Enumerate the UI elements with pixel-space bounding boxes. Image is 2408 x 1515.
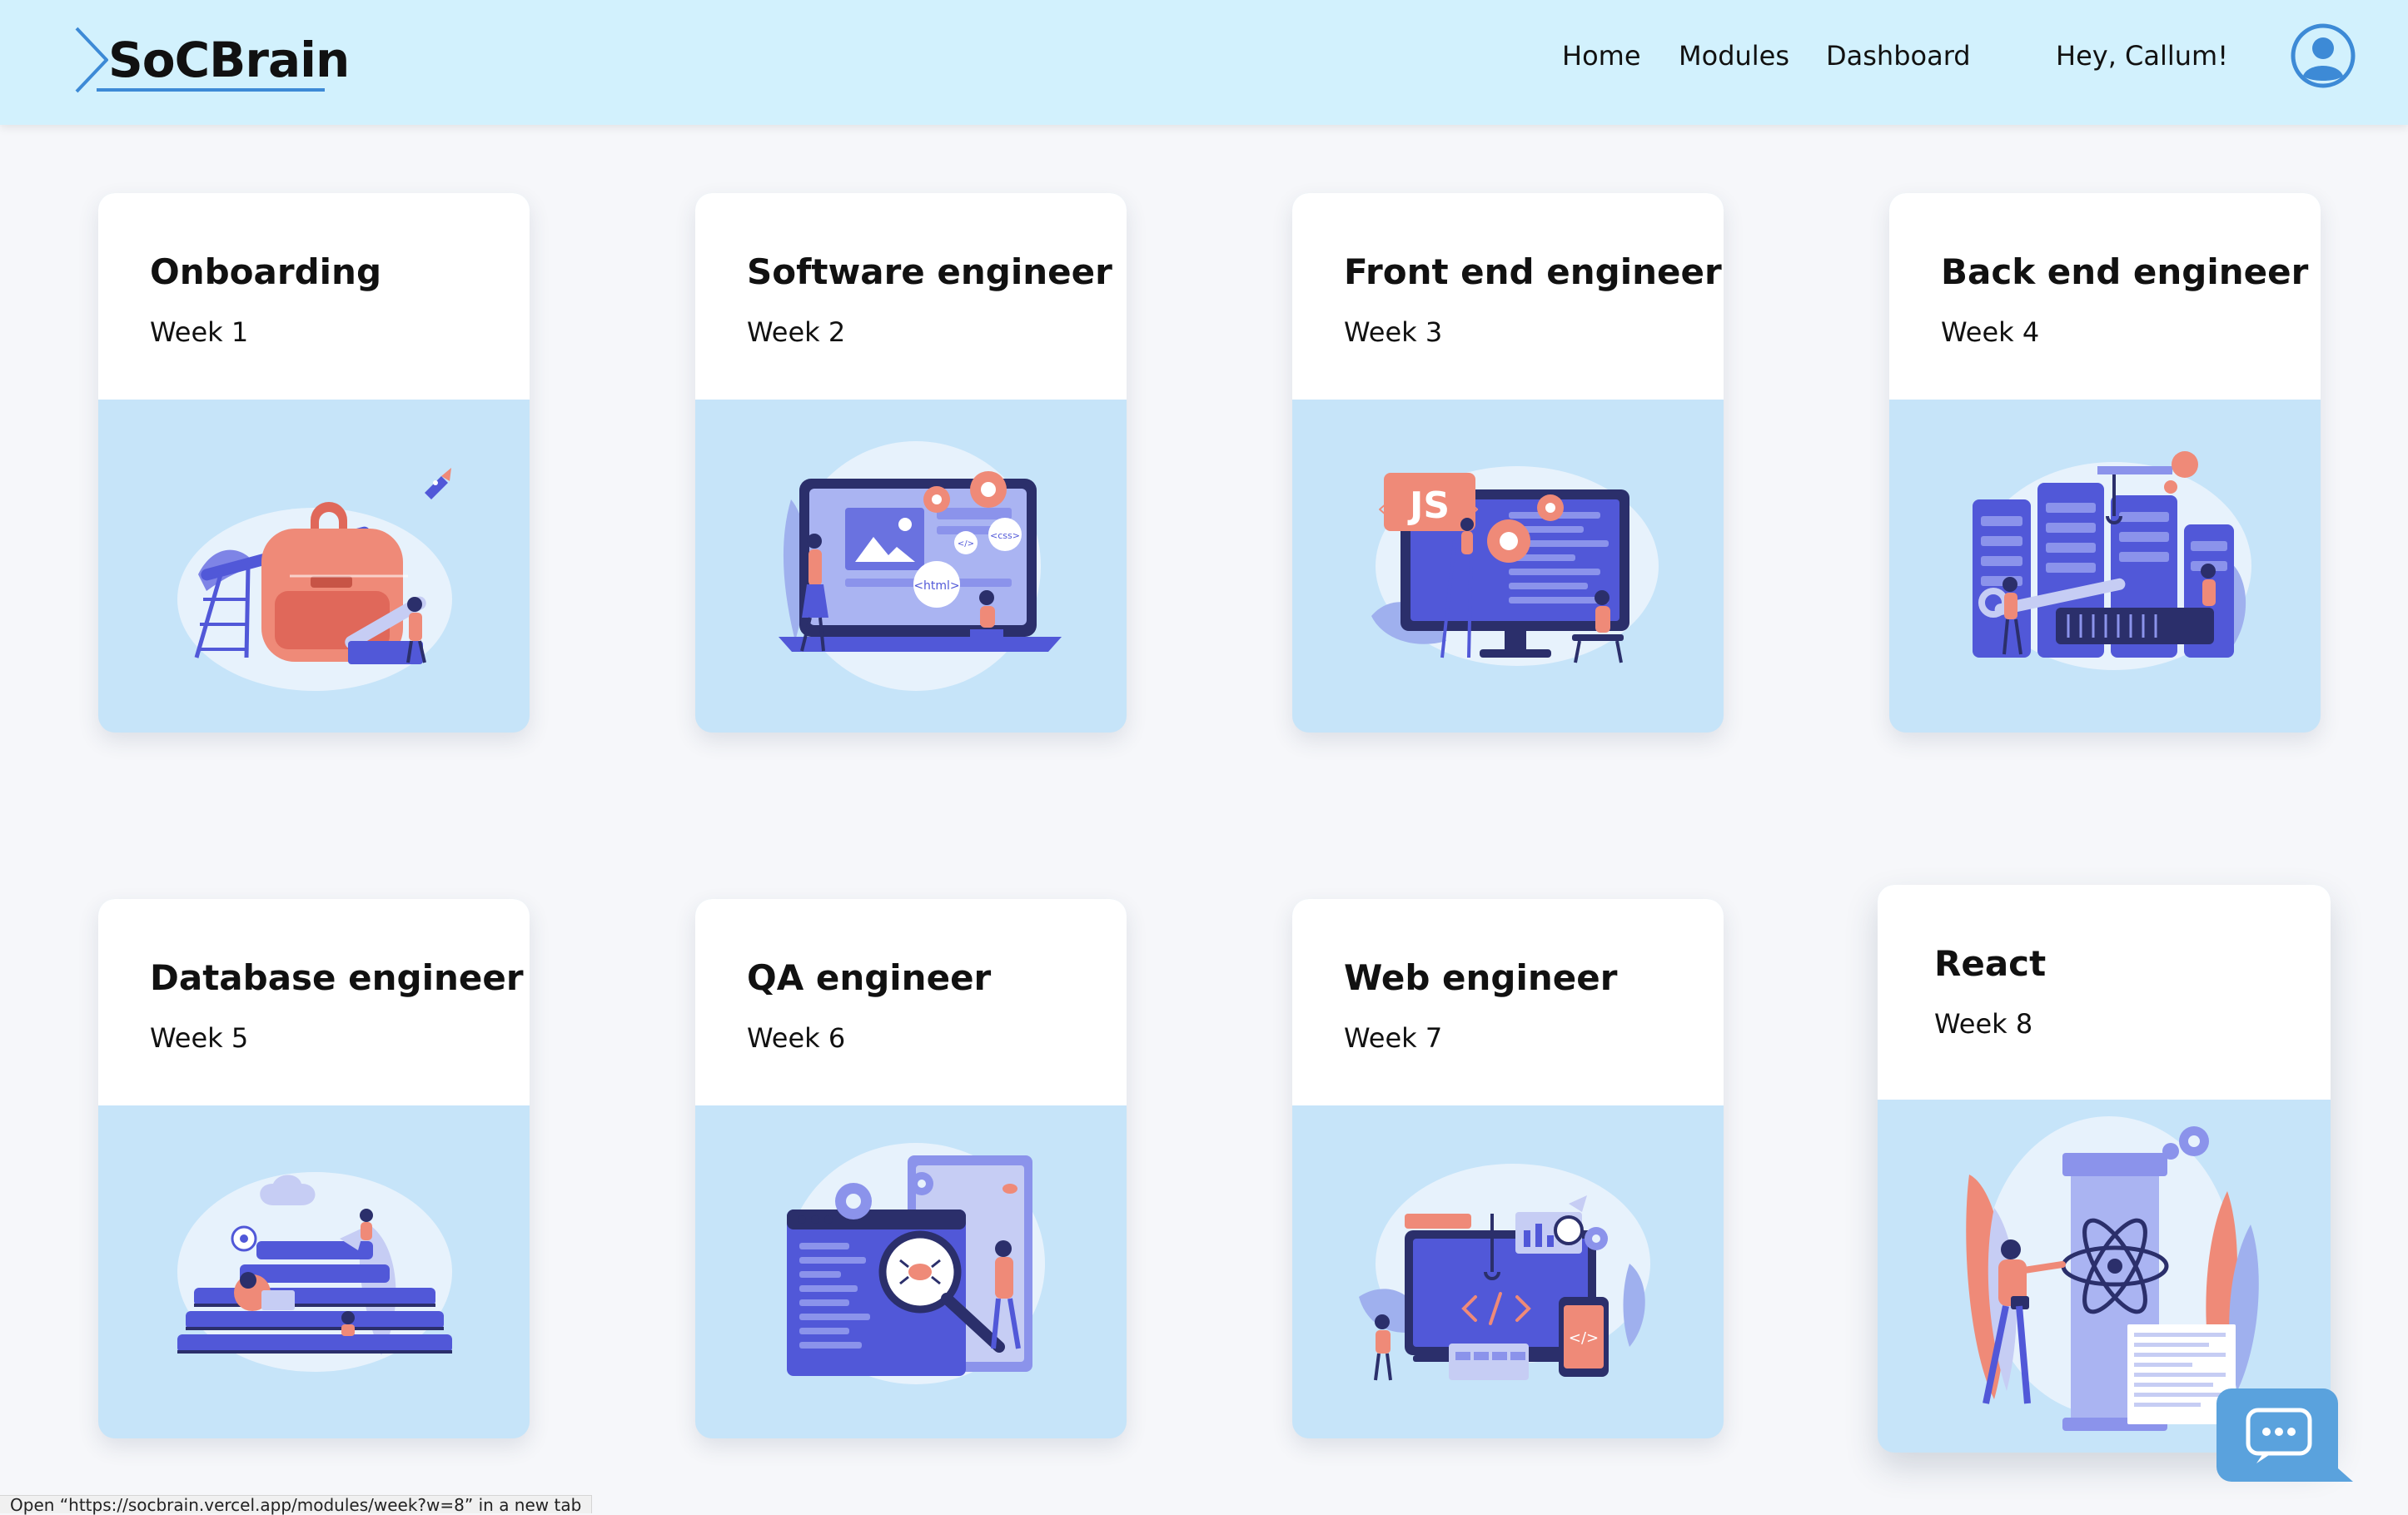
laptop-html-css-illustration: <html> </> <css> — [779, 441, 1062, 691]
module-card-week-8[interactable]: React Week 8 — [1878, 885, 2331, 1453]
svg-text:›: › — [1470, 494, 1480, 522]
brand-name: SoCBrain — [108, 32, 350, 88]
svg-text:‹: ‹ — [1377, 494, 1386, 522]
nav-dashboard-link[interactable]: Dashboard — [1826, 40, 1971, 72]
card-week: Week 7 — [1344, 1022, 1443, 1054]
module-card-week-3[interactable]: Front end engineer Week 3 JS ‹ › — [1292, 193, 1724, 733]
card-week: Week 5 — [150, 1022, 249, 1054]
module-card-week-6[interactable]: QA engineer Week 6 — [695, 899, 1127, 1438]
card-title: Back end engineer — [1941, 251, 2309, 292]
browser-status-bar: Open “https://socbrain.vercel.app/module… — [0, 1495, 593, 1514]
card-header: Front end engineer Week 3 — [1292, 193, 1724, 400]
card-week: Week 2 — [747, 316, 846, 348]
js-monitor-illustration: JS ‹ › — [1371, 466, 1659, 666]
card-week: Week 4 — [1941, 316, 2040, 348]
card-week: Week 6 — [747, 1022, 846, 1054]
svg-text:</>: </> — [1569, 1329, 1599, 1347]
card-title: Web engineer — [1344, 957, 1618, 998]
svg-text:<html>: <html> — [913, 579, 959, 593]
card-header: Back end engineer Week 4 — [1889, 193, 2321, 400]
card-header: Software engineer Week 2 — [695, 193, 1127, 400]
nav-modules-link[interactable]: Modules — [1679, 40, 1789, 72]
card-title: Front end engineer — [1344, 251, 1722, 292]
server-rack-illustration — [1973, 451, 2251, 670]
database-stack-illustration — [177, 1172, 452, 1372]
chevron-right-icon — [75, 27, 108, 93]
module-card-week-7[interactable]: Web engineer Week 7 </> — [1292, 899, 1724, 1438]
card-week: Week 8 — [1934, 1008, 2033, 1040]
card-header: QA engineer Week 6 — [695, 899, 1127, 1105]
socbrain-logo[interactable]: SoCBrain — [72, 25, 350, 100]
module-card-week-2[interactable]: Software engineer Week 2 <html> </> <css… — [695, 193, 1127, 733]
card-title: Onboarding — [150, 251, 382, 292]
module-card-week-4[interactable]: Back end engineer Week 4 — [1889, 193, 2321, 733]
user-greeting: Hey, Callum! — [2056, 40, 2229, 72]
svg-text:<css>: <css> — [990, 530, 1020, 541]
logo-underline — [97, 88, 325, 92]
magnifier-bug-illustration — [787, 1143, 1045, 1384]
svg-text:</>: </> — [958, 539, 974, 549]
module-card-week-5[interactable]: Database engineer Week 5 — [98, 899, 530, 1438]
user-avatar-icon[interactable] — [2290, 22, 2356, 89]
card-header: Web engineer Week 7 — [1292, 899, 1724, 1105]
backpack-rocket-illustration — [177, 468, 452, 691]
card-title: React — [1934, 943, 2047, 984]
card-header: React Week 8 — [1878, 885, 2331, 1100]
nav-home-link[interactable]: Home — [1562, 40, 1641, 72]
chat-bubble-icon[interactable] — [2216, 1388, 2353, 1488]
card-title: Database engineer — [150, 957, 524, 998]
card-week: Week 1 — [150, 316, 249, 348]
svg-text:JS: JS — [1407, 484, 1450, 527]
card-title: Software engineer — [747, 251, 1112, 292]
card-header: Database engineer Week 5 — [98, 899, 530, 1105]
card-week: Week 3 — [1344, 316, 1443, 348]
card-title: QA engineer — [747, 957, 992, 998]
module-card-week-1[interactable]: Onboarding Week 1 — [98, 193, 530, 733]
card-header: Onboarding Week 1 — [98, 193, 530, 400]
top-navbar: SoCBrain Home Modules Dashboard Hey, Cal… — [0, 0, 2408, 125]
web-devices-illustration: </> — [1359, 1164, 1650, 1381]
